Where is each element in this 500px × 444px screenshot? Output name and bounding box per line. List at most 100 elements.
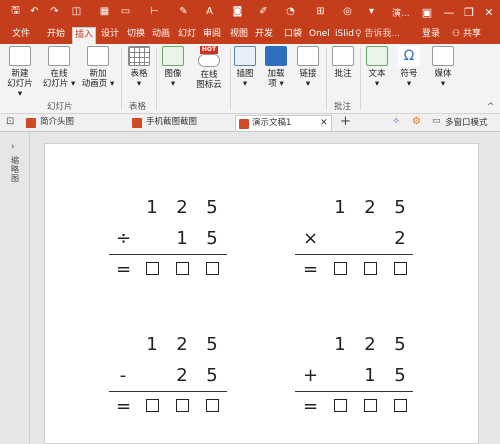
omega-icon: Ω	[398, 46, 420, 66]
table-icon[interactable]: ▦	[97, 4, 112, 19]
comment-button[interactable]: 批注	[330, 46, 356, 79]
tab-home[interactable]: 开始	[45, 27, 67, 44]
addin-label: 加载项 ▾	[267, 69, 285, 89]
online-icon-cloud-button[interactable]: HOT 在线 图标云	[190, 46, 228, 90]
online-slide-button[interactable]: 在线 幻灯片 ▾	[42, 46, 76, 89]
online-slide-label: 在线 幻灯片 ▾	[42, 69, 76, 89]
new-tab-icon[interactable]: +	[340, 114, 351, 129]
symbol-button[interactable]: Ω 符号 ▾	[396, 46, 422, 89]
math-digit: 5	[394, 197, 406, 218]
ribbon-display-icon[interactable]: ▣	[418, 3, 436, 21]
answer-box	[206, 399, 219, 412]
ribbon-separator	[230, 48, 231, 110]
maximize-icon[interactable]: ❐	[460, 3, 478, 21]
share-button[interactable]: ⚇ 共享	[452, 27, 481, 42]
ppt-icon	[132, 118, 142, 128]
ribbon-panel: 新建 幻灯片 ▾ 在线 幻灯片 ▾ 新加 动画页 ▾ 幻灯片 表格 ▾ 表格 图像 ▾ H…	[0, 44, 500, 114]
tabs-menu-icon[interactable]: ⊡	[6, 116, 14, 127]
online-icon-cloud-label: 在线 图标云	[196, 70, 222, 90]
tab-transitions[interactable]: 切换	[125, 27, 147, 44]
image-label: 图像 ▾	[164, 69, 182, 89]
illustration-button[interactable]: 插图 ▾	[232, 46, 258, 89]
math-equals: =	[116, 259, 132, 280]
ppt-icon	[26, 118, 36, 128]
expand-panel-icon[interactable]: ›	[11, 142, 15, 152]
math-digit: 2	[176, 365, 188, 386]
format-icon[interactable]: ⊢	[147, 4, 162, 19]
save-icon[interactable]: 🖫	[8, 4, 23, 19]
math-digit: 2	[364, 197, 376, 218]
close-tab-icon[interactable]: ✕	[320, 116, 328, 131]
close-icon[interactable]: ✕	[480, 3, 498, 21]
tab-developer[interactable]: 开发	[253, 27, 275, 44]
comment-icon	[332, 46, 354, 66]
math-digit: 5	[394, 334, 406, 355]
image-button[interactable]: 图像 ▾	[160, 46, 186, 89]
media-button[interactable]: 媒体 ▾	[430, 46, 456, 89]
tell-me-search[interactable]: ♀ 告诉我...	[355, 27, 400, 42]
tab-design[interactable]: 设计	[99, 27, 121, 44]
undo-icon[interactable]: ↶	[27, 4, 42, 19]
customize-icon[interactable]: ▾	[364, 4, 379, 19]
shape-icon[interactable]: ▭	[118, 4, 133, 19]
tab-review[interactable]: 审阅	[201, 27, 223, 44]
answer-box	[146, 262, 159, 275]
math-digit: 5	[206, 334, 218, 355]
brush-icon[interactable]: ✐	[256, 4, 271, 19]
addin-button[interactable]: 加载项 ▾	[263, 46, 289, 89]
new-anim-page-button[interactable]: 新加 动画页 ▾	[80, 46, 116, 89]
answer-box	[394, 262, 407, 275]
doc-tab-3-label: 演示文稿1	[252, 118, 292, 128]
math-digit: 1	[334, 197, 346, 218]
window-title: 演...	[392, 9, 410, 19]
link-button[interactable]: 链接 ▾	[295, 46, 321, 89]
settings-icon[interactable]: ⚙	[412, 116, 421, 127]
tab-onenote[interactable]: Onel	[307, 27, 332, 44]
answer-box	[364, 399, 377, 412]
answer-box	[394, 399, 407, 412]
presentation-icon[interactable]: ◫	[69, 4, 84, 19]
cloud-icon	[198, 54, 220, 67]
group-slides-label: 幻灯片	[47, 102, 73, 112]
slide-canvas[interactable]: 1 2 5 ÷ 1 5 = 1 2 5 × 2 = 1 2 5 - 2 5 = …	[44, 143, 479, 444]
redo-icon[interactable]: ↷	[47, 4, 62, 19]
collapse-ribbon-icon[interactable]: ^	[487, 102, 495, 112]
minimize-icon[interactable]: —	[440, 3, 458, 21]
tab-animations[interactable]: 动画	[150, 27, 172, 44]
math-rule	[109, 254, 227, 255]
grid-icon[interactable]: ⊞	[313, 4, 328, 19]
tab-pocket[interactable]: 口袋	[282, 27, 304, 44]
ribbon-tabs: 文件 开始 插入 设计 切换 动画 幻灯 审阅 视图 开发 口袋 Onel iS…	[0, 24, 500, 44]
math-digit: 5	[394, 365, 406, 386]
speaker-icon	[432, 46, 454, 66]
text-label: 文本 ▾	[368, 69, 386, 89]
answer-box	[364, 262, 377, 275]
tab-file[interactable]: 文件	[10, 27, 32, 44]
math-digit: 2	[364, 334, 376, 355]
doc-tab-2[interactable]: 手机截图截图	[132, 115, 228, 131]
ppt-icon	[239, 119, 249, 129]
target-icon[interactable]: ◎	[340, 4, 355, 19]
table-button[interactable]: 表格 ▾	[126, 46, 152, 89]
camera-icon[interactable]: ◙	[230, 4, 245, 19]
text-icon[interactable]: ✎	[176, 4, 191, 19]
thumbnail-panel-label: 缩略图	[11, 156, 19, 183]
text-button[interactable]: 文本 ▾	[364, 46, 390, 89]
doc-tab-2-label: 手机截图截图	[146, 117, 198, 127]
new-slide-button[interactable]: 新建 幻灯片 ▾	[4, 46, 36, 99]
tab-islide[interactable]: iSlid	[333, 27, 356, 44]
tab-insert[interactable]: 插入	[72, 27, 97, 44]
multiwindow-label[interactable]: 多窗口模式	[445, 116, 488, 128]
a-icon[interactable]: A	[202, 4, 217, 19]
login-button[interactable]: 登录	[422, 27, 440, 42]
addin-icon	[265, 46, 287, 66]
tab-view[interactable]: 视图	[228, 27, 250, 44]
answer-box	[206, 262, 219, 275]
tab-slideshow[interactable]: 幻灯	[176, 27, 198, 44]
illustration-icon	[234, 46, 256, 66]
clock-icon[interactable]: ◔	[283, 4, 298, 19]
illustration-label: 插图 ▾	[236, 69, 254, 89]
puzzle-icon[interactable]: ✧	[392, 116, 400, 127]
doc-tab-3[interactable]: 演示文稿1 ✕	[235, 115, 332, 131]
doc-tab-1[interactable]: 简介头图	[26, 115, 124, 131]
